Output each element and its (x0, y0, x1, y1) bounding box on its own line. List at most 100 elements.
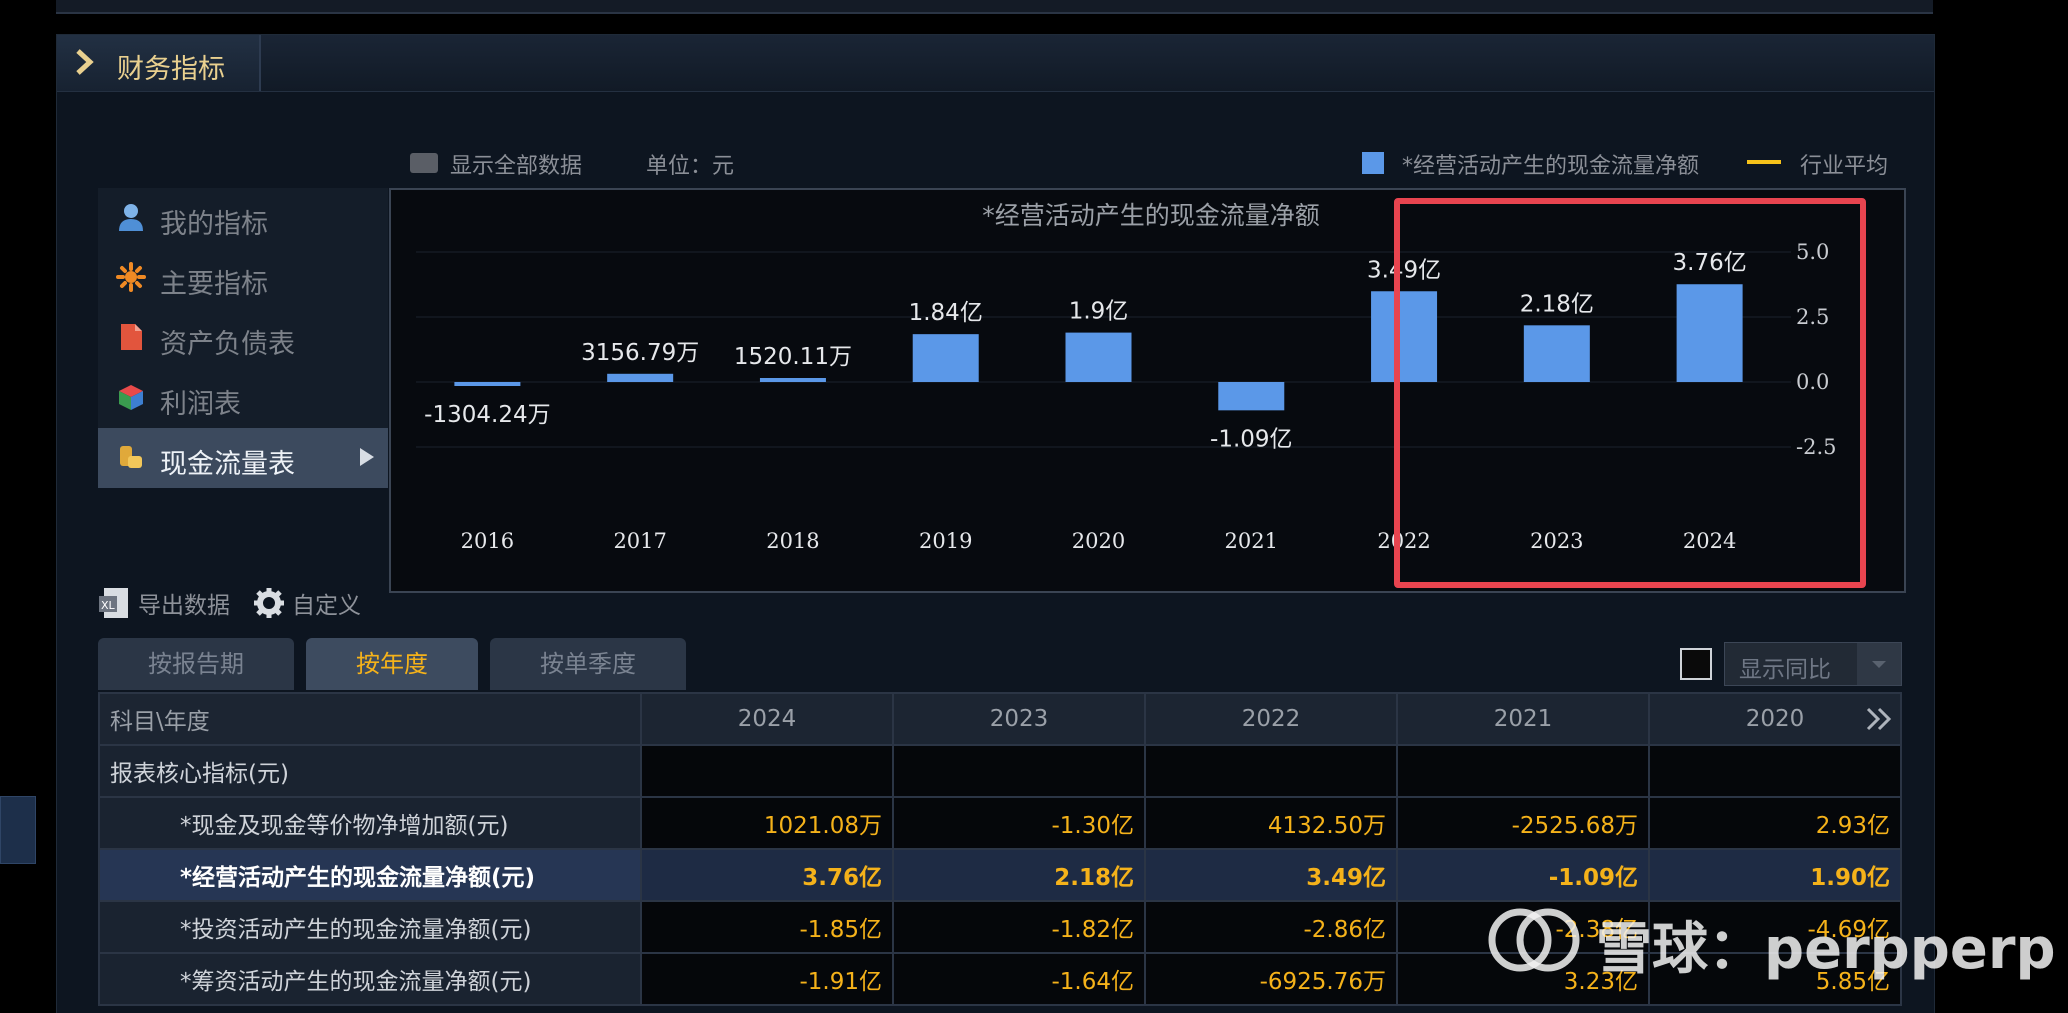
side-collapsed-tab[interactable] (0, 796, 36, 864)
show-all-data-toggle[interactable]: 显示全部数据 (450, 148, 582, 180)
show-yoy-select[interactable]: 显示同比 (1724, 642, 1902, 686)
chevron-right-icon (76, 49, 94, 75)
customize-button[interactable]: 自定义 (292, 586, 361, 620)
table-cell: -1.64亿 (892, 952, 1146, 1006)
unit-label: 单位：元 (646, 154, 735, 179)
table-cell: 1021.08万 (640, 796, 894, 850)
data-label: -1.09亿 (1210, 426, 1293, 452)
table-cell: 1.90亿 (1648, 848, 1902, 902)
nav-item-income-statement[interactable]: 利润表 (98, 368, 388, 428)
table-cell: 4132.50万 (1144, 796, 1398, 850)
table-cell: -1.82亿 (892, 900, 1146, 954)
tab-by-report-period[interactable]: 按报告期 (98, 638, 294, 690)
table-corner-header: 科目\年度 (98, 692, 642, 746)
table-section-row: 报表核心指标(元) (98, 744, 1902, 798)
watermark: 雪球：perpperp (1486, 902, 2056, 982)
nav-item-balance-sheet[interactable]: 资产负债表 (98, 308, 388, 368)
nav-item-main-indicators[interactable]: 主要指标 (98, 248, 388, 308)
panel-title: 财务指标 (117, 54, 225, 85)
indicator-nav: 我的指标 主要指标 资产负债表 利润表 现金流量表 (98, 188, 388, 488)
nav-item-my-indicators[interactable]: 我的指标 (98, 188, 388, 248)
table-cell: 2.93亿 (1648, 796, 1902, 850)
bar (454, 382, 521, 386)
legend-average-label[interactable]: 行业平均 (1800, 148, 1888, 180)
table-cell: -2525.68万 (1396, 796, 1650, 850)
chevron-down-icon[interactable] (1857, 643, 1901, 685)
snowball-logo-icon (1488, 908, 1580, 972)
svg-text:XL: XL (101, 599, 116, 612)
tab-by-quarter[interactable]: 按单季度 (490, 638, 686, 690)
nav-item-label: 利润表 (160, 389, 241, 420)
double-chevron-right-icon[interactable] (1864, 706, 1894, 732)
table-cell (1144, 744, 1398, 798)
table-row[interactable]: *现金及现金等价物净增加额(元) 1021.08万 -1.30亿 4132.50… (98, 796, 1902, 850)
x-tick-label: 2017 (613, 529, 666, 553)
row-label: *筹资活动产生的现金流量净额(元) (98, 952, 642, 1006)
table-cell: -1.09亿 (1396, 848, 1650, 902)
table-cell (1648, 744, 1902, 798)
table-cell: 3.76亿 (640, 848, 894, 902)
row-label: *现金及现金等价物净增加额(元) (98, 796, 642, 850)
export-data-button[interactable]: 导出数据 (138, 586, 230, 620)
nav-item-label: 主要指标 (160, 269, 268, 300)
panel-header: 财务指标 (57, 35, 1934, 92)
x-tick-label: 2021 (1225, 529, 1278, 553)
x-tick-label: 2018 (766, 529, 819, 553)
table-cell (892, 744, 1146, 798)
section-label: 报表核心指标(元) (98, 744, 642, 798)
yoy-checkbox[interactable] (1680, 648, 1712, 680)
data-label: 1.9亿 (1069, 299, 1129, 325)
panel-title-tab[interactable]: 财务指标 (57, 35, 261, 91)
user-icon (119, 204, 143, 231)
caret-right-icon (360, 448, 374, 466)
previous-panel-strip (56, 0, 1933, 14)
data-label: 3156.79万 (581, 340, 699, 366)
table-cell: -6925.76万 (1144, 952, 1398, 1006)
sunburst-icon (116, 262, 146, 292)
table-cell: -2.86亿 (1144, 900, 1398, 954)
data-label: 1520.11万 (734, 344, 852, 370)
x-tick-label: 2019 (919, 529, 972, 553)
chart-title: *经营活动产生的现金流量净额 (982, 201, 1320, 230)
row-label: *投资活动产生的现金流量净额(元) (98, 900, 642, 954)
bar (607, 373, 674, 382)
nav-item-label: 现金流量表 (160, 449, 295, 480)
document-icon (121, 324, 142, 350)
tab-by-year[interactable]: 按年度 (306, 638, 478, 690)
table-cell (1396, 744, 1650, 798)
table-cell: 3.49亿 (1144, 848, 1398, 902)
highlight-box (1394, 198, 1866, 588)
year-header[interactable]: 2021 (1396, 692, 1650, 746)
legend-average-swatch (1747, 160, 1781, 164)
row-label: *经营活动产生的现金流量净额(元) (98, 848, 642, 902)
data-label: 1.84亿 (909, 300, 983, 326)
bar (1065, 332, 1132, 382)
gear-icon[interactable] (252, 586, 286, 620)
bar (759, 378, 826, 382)
excel-export-icon[interactable]: XL (98, 586, 132, 620)
bar (912, 334, 979, 382)
data-label: -1304.24万 (424, 402, 550, 428)
show-yoy-label: 显示同比 (1739, 657, 1831, 683)
year-header[interactable]: 2023 (892, 692, 1146, 746)
pie-cube-icon (119, 385, 143, 410)
year-header[interactable]: 2024 (640, 692, 894, 746)
bar (1218, 382, 1285, 411)
coins-icon (120, 446, 142, 468)
table-cell: 2.18亿 (892, 848, 1146, 902)
nav-item-cash-flow[interactable]: 现金流量表 (98, 428, 388, 488)
table-cell: -1.85亿 (640, 900, 894, 954)
year-header[interactable]: 2022 (1144, 692, 1398, 746)
x-tick-label: 2016 (461, 529, 514, 553)
legend-series-label[interactable]: *经营活动产生的现金流量净额 (1402, 148, 1699, 180)
nav-item-label: 我的指标 (160, 209, 268, 240)
watermark-text: 雪球：perpperp (1596, 917, 2056, 982)
table-header-row: 科目\年度 2024 2023 2022 2021 2020 (98, 692, 1902, 746)
table-cell: -1.30亿 (892, 796, 1146, 850)
table-row-selected[interactable]: *经营活动产生的现金流量净额(元) 3.76亿 2.18亿 3.49亿 -1.0… (98, 848, 1902, 902)
nav-item-label: 资产负债表 (160, 329, 295, 360)
x-tick-label: 2020 (1072, 529, 1125, 553)
show-all-checkbox-icon[interactable] (410, 153, 438, 173)
table-cell (640, 744, 894, 798)
table-cell: -1.91亿 (640, 952, 894, 1006)
